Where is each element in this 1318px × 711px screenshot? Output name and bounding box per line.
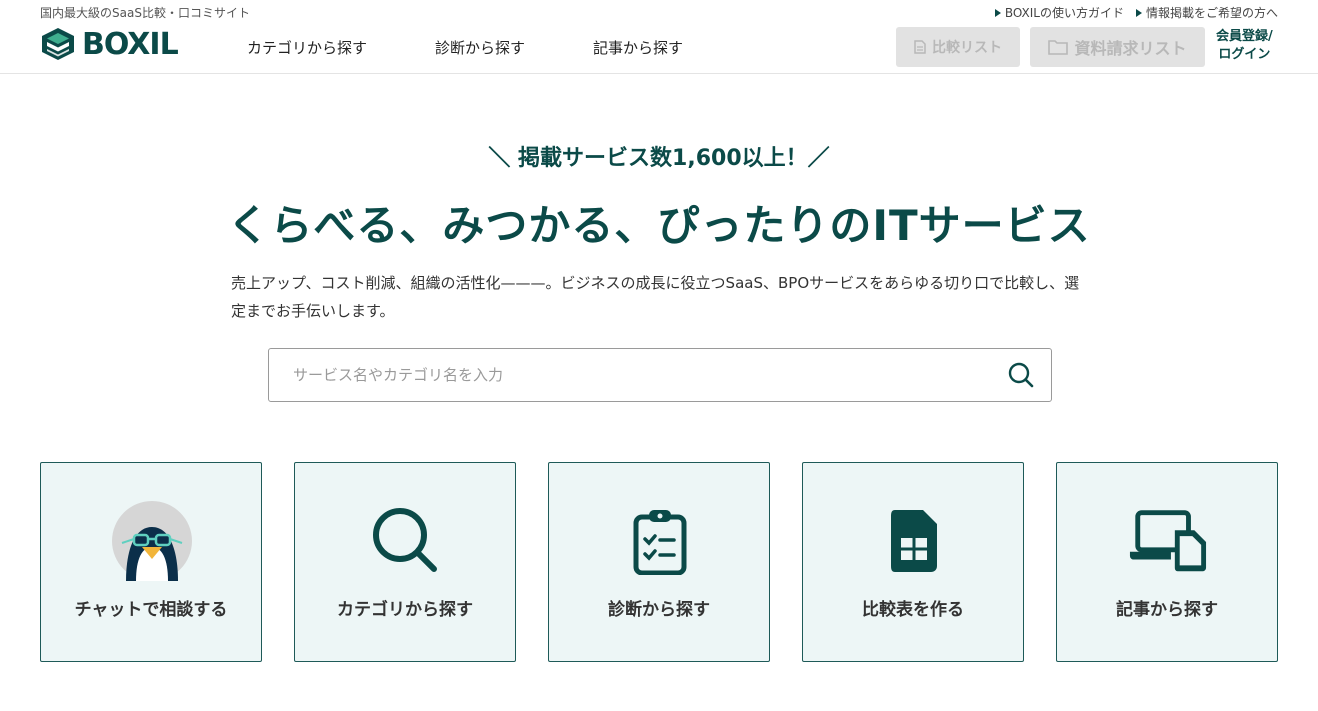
article-search-card[interactable]: 記事から探す xyxy=(1056,462,1278,662)
document-icon xyxy=(914,40,926,54)
search-icon[interactable] xyxy=(1007,361,1035,389)
triangle-right-icon xyxy=(1135,8,1142,17)
create-comparison-label: 比較表を作る xyxy=(862,600,964,620)
penguin-avatar-icon xyxy=(112,501,192,581)
login-label: ログイン xyxy=(1218,47,1271,62)
laptop-phone-icon xyxy=(1129,510,1207,572)
folder-icon xyxy=(1048,40,1069,55)
service-count-text: ＼ 掲載サービス数1,600以上！／ xyxy=(488,146,830,171)
boxil-logo[interactable]: BOXIL xyxy=(40,26,179,62)
signup-label: 会員登録/ xyxy=(1216,29,1273,44)
document-request-list-label: 資料請求リスト xyxy=(1074,39,1187,58)
search-icon xyxy=(373,508,437,572)
compare-list-button[interactable]: 比較リスト xyxy=(896,27,1020,67)
chat-consult-card[interactable]: チャットで相談する xyxy=(40,462,262,662)
signup-login-link[interactable]: 会員登録/ ログイン xyxy=(1216,28,1273,64)
hero-description: 売上アップ、コスト削減、組織の活性化———。ビジネスの成長に役立つSaaS、BP… xyxy=(231,274,1080,320)
document-table-icon xyxy=(891,510,937,572)
nav-diagnosis[interactable]: 診断から探す xyxy=(435,37,525,58)
listing-request-link[interactable]: 情報掲載をご希望の方へ xyxy=(1135,4,1278,21)
category-search-label: カテゴリから探す xyxy=(337,600,473,620)
create-comparison-card[interactable]: 比較表を作る xyxy=(802,462,1024,662)
diagnosis-search-label: 診断から探す xyxy=(608,600,710,620)
document-request-list-button[interactable]: 資料請求リスト xyxy=(1030,27,1205,67)
logo-text: BOXIL xyxy=(82,26,179,62)
site-tagline: 国内最大級のSaaS比較・口コミサイト xyxy=(40,6,250,20)
search-input[interactable] xyxy=(269,349,989,401)
compare-list-label: 比較リスト xyxy=(932,40,1002,56)
hero-title: くらべる、みつかる、ぴったりのITサービス xyxy=(227,201,1091,250)
search-box xyxy=(268,348,1052,402)
triangle-right-icon xyxy=(994,8,1001,17)
usage-guide-label: BOXILの使い方ガイド xyxy=(1004,6,1124,20)
site-header: 国内最大級のSaaS比較・口コミサイト BOXILの使い方ガイド 情報掲載をご希… xyxy=(0,0,1318,74)
diagnosis-search-card[interactable]: 診断から探す xyxy=(548,462,770,662)
clipboard-checklist-icon xyxy=(633,510,687,575)
boxil-logo-icon xyxy=(42,28,74,60)
listing-request-label: 情報掲載をご希望の方へ xyxy=(1145,6,1278,20)
utility-links: BOXILの使い方ガイド 情報掲載をご希望の方へ xyxy=(994,4,1278,21)
hero-badge-wrap: ＼ 掲載サービス数1,600以上！／ xyxy=(0,140,1318,176)
chat-consult-label: チャットで相談する xyxy=(74,600,228,620)
nav-category[interactable]: カテゴリから探す xyxy=(247,37,367,58)
usage-guide-link[interactable]: BOXILの使い方ガイド xyxy=(994,4,1124,21)
service-count-badge: ＼ 掲載サービス数1,600以上！／ xyxy=(484,140,834,176)
article-search-label: 記事から探す xyxy=(1116,600,1218,620)
nav-articles[interactable]: 記事から探す xyxy=(593,37,683,58)
category-search-card[interactable]: カテゴリから探す xyxy=(294,462,516,662)
main-nav: カテゴリから探す 診断から探す 記事から探す xyxy=(247,37,751,58)
